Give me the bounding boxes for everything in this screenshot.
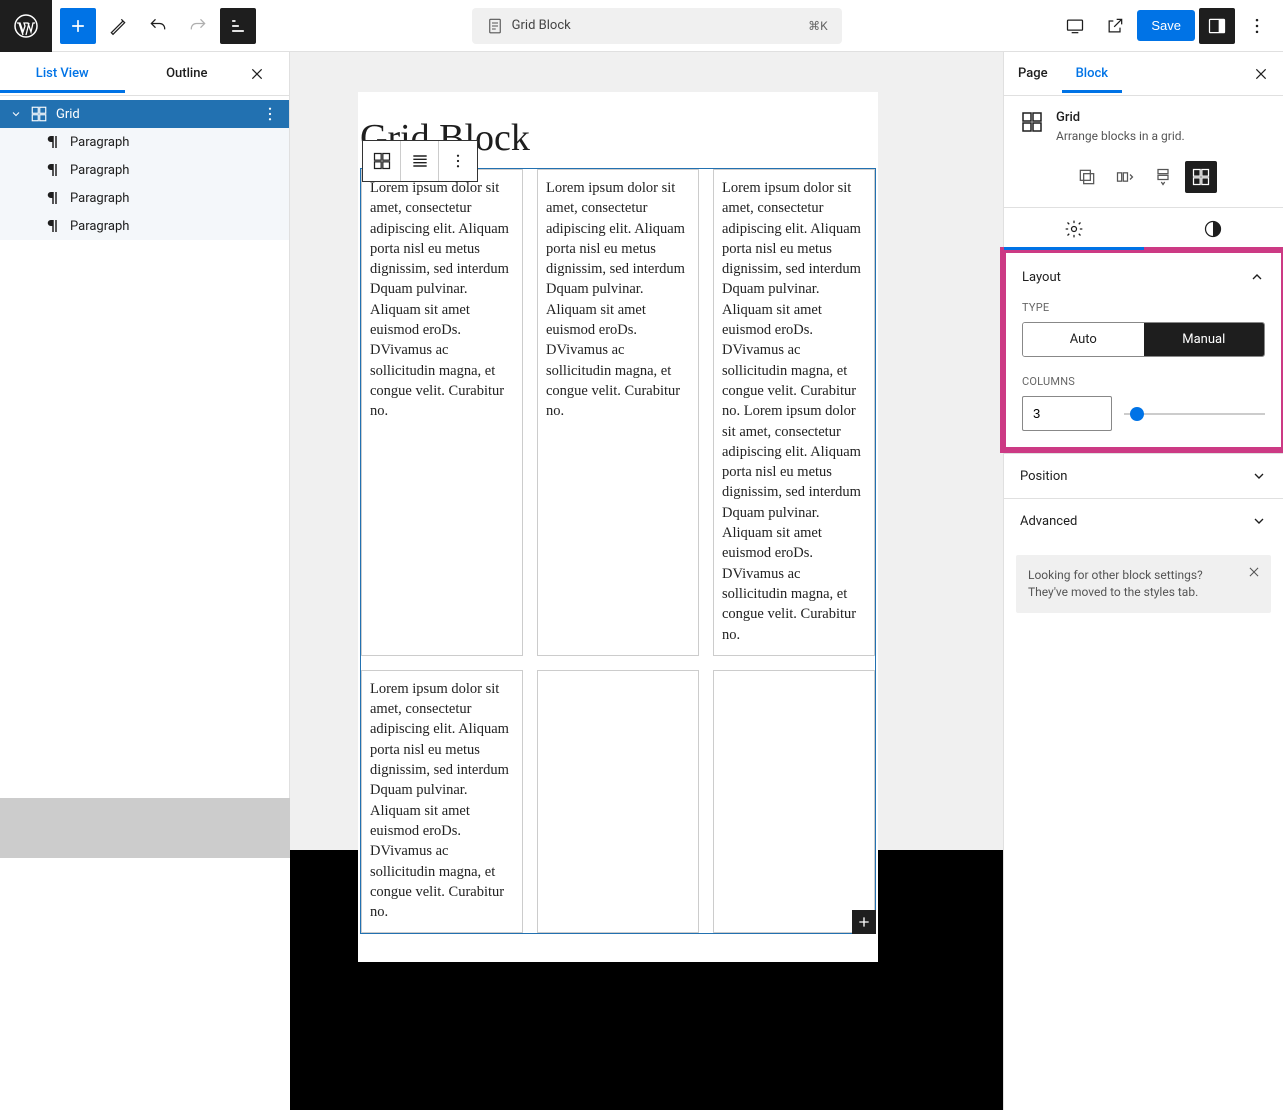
paragraph-icon [44,133,62,151]
styles-icon [1203,219,1223,239]
settings-sidebar-toggle[interactable] [1199,8,1235,44]
tree-item-label: Paragraph [70,191,129,206]
columns-slider[interactable] [1124,405,1265,423]
settings-sidebar: Page Block Grid Arrange blocks in a grid… [1003,52,1283,1110]
variation-row[interactable] [1109,161,1141,193]
tree-item-paragraph[interactable]: Paragraph [0,156,289,184]
tab-block[interactable]: Block [1062,54,1122,93]
layout-type-toggle: Auto Manual [1022,322,1265,357]
advanced-section-toggle[interactable]: Advanced [1004,498,1283,543]
page-sheet[interactable]: Grid Block Lorem ipsum dolor sit amet, c… [358,92,878,962]
options-button[interactable] [1239,8,1275,44]
variation-grid[interactable] [1185,161,1217,193]
tab-settings[interactable] [1004,208,1144,250]
tools-button[interactable] [100,8,136,44]
tree-item-paragraph[interactable]: Paragraph [0,212,289,240]
styles-moved-notice: Looking for other block settings? They'v… [1016,555,1271,613]
grid-cell[interactable]: Lorem ipsum dolor sit amet, consectetur … [537,169,699,656]
dismiss-notice-button[interactable] [1247,565,1261,579]
position-section-toggle[interactable]: Position [1004,453,1283,498]
command-shortcut: ⌘K [808,19,828,33]
tree-item-grid[interactable]: Grid [0,100,289,128]
gear-icon [1064,219,1084,239]
block-tree: Grid Paragraph Paragraph Paragraph Parag… [0,96,289,244]
block-toolbar [362,140,478,182]
paragraph-icon [44,217,62,235]
tab-list-view[interactable]: List View [0,54,125,93]
grid-icon [1020,110,1044,134]
editor-top-bar: Grid Block ⌘K Save [0,0,1283,52]
chevron-down-icon [10,108,22,120]
redo-button[interactable] [180,8,216,44]
tab-styles[interactable] [1144,208,1283,250]
tree-item-paragraph[interactable]: Paragraph [0,184,289,212]
block-options-button[interactable] [439,141,477,181]
tree-item-label: Grid [56,107,80,122]
grid-cell[interactable]: Lorem ipsum dolor sit amet, consectetur … [361,670,523,934]
page-icon [486,17,504,35]
variation-group[interactable] [1071,161,1103,193]
chevron-up-icon [1249,269,1265,285]
layout-section-toggle[interactable]: Layout [1006,257,1281,297]
tab-outline[interactable]: Outline [125,54,250,93]
highlighted-layout-section: Layout TYPE Auto Manual COLUMNS [1000,247,1283,453]
preview-external-button[interactable] [1097,8,1133,44]
wordpress-logo[interactable] [0,0,52,52]
type-auto-button[interactable]: Auto [1023,323,1144,356]
tree-item-paragraph[interactable]: Paragraph [0,128,289,156]
grid-block[interactable]: Lorem ipsum dolor sit amet, consectetur … [360,168,876,934]
paragraph-icon [44,161,62,179]
grid-cell-empty[interactable] [537,670,699,934]
grid-cell[interactable]: Lorem ipsum dolor sit amet, consectetur … [361,169,523,656]
save-button[interactable]: Save [1137,10,1195,41]
paragraph-icon [44,189,62,207]
tree-item-label: Paragraph [70,135,129,150]
type-label: TYPE [1006,297,1281,322]
block-name: Grid [1056,110,1185,125]
close-overview-button[interactable] [249,66,289,82]
panel-resize-area [0,798,290,858]
block-type-button[interactable] [363,141,401,181]
add-block-button[interactable] [60,8,96,44]
add-block-appender[interactable] [852,910,876,934]
chevron-down-icon [1251,468,1267,484]
tree-item-label: Paragraph [70,219,129,234]
undo-button[interactable] [140,8,176,44]
grid-cell-empty[interactable] [713,670,875,934]
justify-button[interactable] [401,141,439,181]
tab-page[interactable]: Page [1004,54,1062,93]
tree-item-options[interactable] [261,105,279,123]
grid-icon [30,105,48,123]
document-overview-panel: List View Outline Grid Paragraph Paragra… [0,52,290,850]
columns-label: COLUMNS [1006,371,1281,396]
document-title-bar[interactable]: Grid Block ⌘K [472,8,842,44]
block-variation-picker [1004,155,1283,207]
view-button[interactable] [1057,8,1093,44]
tree-item-label: Paragraph [70,163,129,178]
grid-cell[interactable]: Lorem ipsum dolor sit amet, consectetur … [713,169,875,656]
document-title: Grid Block [512,18,571,33]
block-description: Arrange blocks in a grid. [1056,129,1185,143]
variation-stack[interactable] [1147,161,1179,193]
close-sidebar-button[interactable] [1239,66,1283,82]
type-manual-button[interactable]: Manual [1144,323,1265,356]
chevron-down-icon [1251,513,1267,529]
columns-input[interactable] [1022,396,1112,431]
document-overview-button[interactable] [220,8,256,44]
